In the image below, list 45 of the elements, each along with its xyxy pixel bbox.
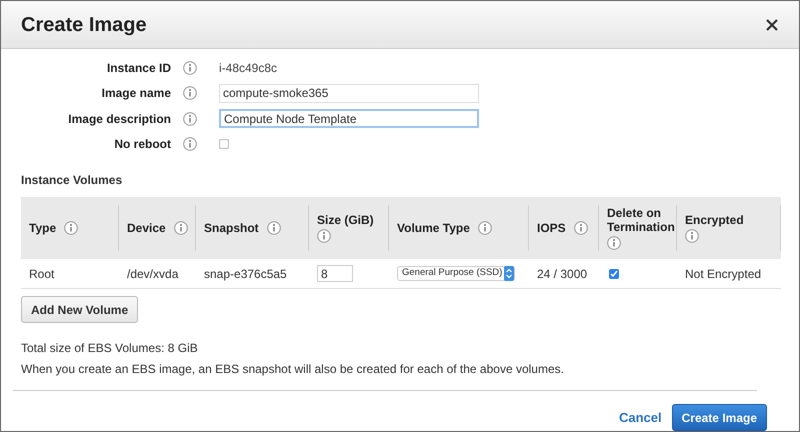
add-volume-button[interactable]: Add New Volume [21, 296, 138, 323]
info-icon[interactable] [183, 137, 197, 152]
column-header: Snapshot [204, 221, 259, 235]
note-text: When you create an EBS image, an EBS snapshot will also be created for each of the above volumes. [21, 361, 565, 378]
info-icon[interactable] [266, 221, 281, 235]
checkbox[interactable] [609, 268, 619, 278]
column-header: Volume Type [397, 221, 470, 235]
info-icon[interactable] [183, 112, 197, 126]
table-cell-text: Root [29, 266, 54, 282]
section-title: Instance Volumes [21, 172, 124, 189]
info-icon[interactable] [574, 221, 588, 235]
column-header: IOPS [537, 221, 566, 235]
field-label: No reboot [113, 136, 171, 154]
size-input[interactable]: 8 [317, 265, 353, 282]
field-value: i-48c49c8c [219, 60, 278, 77]
cancel-link[interactable]: Cancel [618, 408, 662, 428]
field-label: Image name [100, 85, 171, 102]
checkbox[interactable] [219, 139, 229, 150]
column-header: Delete on Termination [607, 206, 675, 234]
text-input[interactable]: compute-smoke365 [219, 84, 479, 103]
field-label: Image description [67, 110, 171, 128]
table-cell-text: /dev/xvda [127, 266, 178, 282]
text-input[interactable]: Compute Node Template [219, 109, 479, 128]
info-icon[interactable] [317, 229, 331, 243]
dialog-title: Create Image [21, 12, 147, 38]
column-header: Size (GiB) [317, 213, 374, 227]
column-header: Device [127, 221, 166, 235]
info-icon[interactable] [478, 221, 492, 235]
table-cell-text: snap-e376c5a5 [204, 266, 287, 282]
info-icon[interactable] [64, 221, 78, 235]
note-text: Total size of EBS Volumes: 8 GiB [21, 340, 199, 357]
volume-type-dropdown[interactable]: General Purpose (SSD) [397, 266, 515, 281]
table-cell-text: 24 / 3000 [537, 266, 588, 282]
table-cell-text: Not Encrypted [685, 266, 762, 282]
column-header: Type [29, 221, 56, 235]
info-icon[interactable] [183, 86, 197, 100]
column-header: Encrypted [685, 213, 744, 227]
close-icon[interactable] [766, 18, 778, 30]
create-image-button[interactable]: Create Image [672, 404, 767, 431]
info-icon[interactable] [607, 236, 621, 250]
info-icon[interactable] [183, 60, 197, 75]
stepper-icon [504, 266, 514, 281]
info-icon[interactable] [685, 229, 699, 243]
info-icon[interactable] [174, 221, 188, 235]
field-label: Instance ID [106, 60, 171, 77]
